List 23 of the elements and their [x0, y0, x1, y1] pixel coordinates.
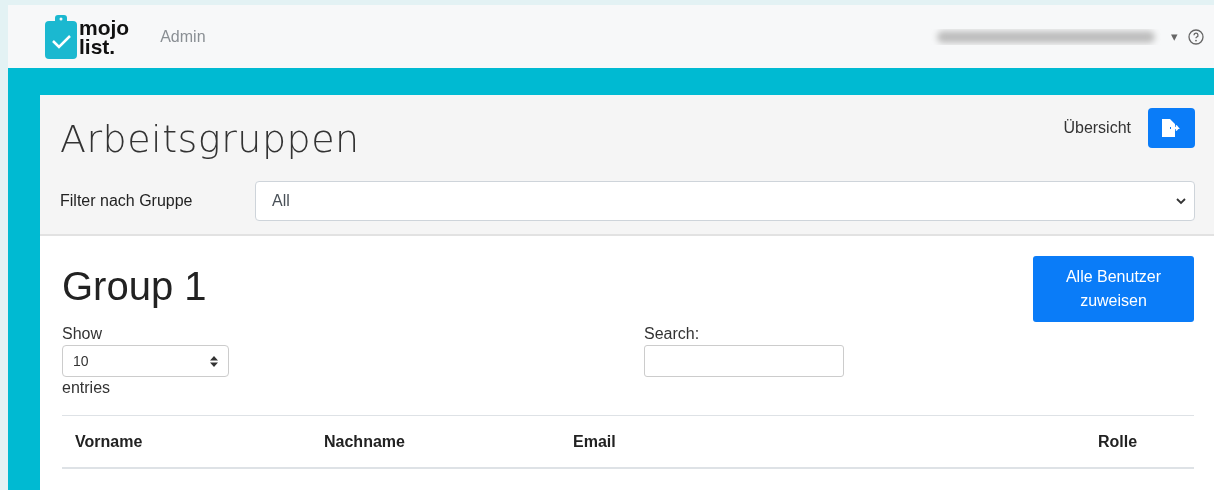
column-header[interactable]: Vorname — [75, 432, 324, 451]
dropdown-caret[interactable]: ▾ — [1171, 29, 1178, 44]
column-header[interactable]: Rolle — [1098, 432, 1194, 451]
search-label: Search: — [644, 324, 701, 344]
column-header[interactable]: Email — [573, 432, 1098, 451]
clipboard-check-icon — [45, 14, 77, 59]
file-export-icon — [1161, 119, 1182, 137]
overview-label: Übersicht — [1063, 119, 1131, 137]
chevron-down-icon — [1176, 197, 1186, 205]
sort-arrows-icon — [210, 355, 218, 367]
filter-label: Filter nach Gruppe — [60, 192, 194, 210]
group-filter-select[interactable]: All — [255, 181, 1195, 221]
entries-label: entries — [62, 378, 112, 398]
search-field[interactable] — [644, 345, 844, 377]
column-header[interactable]: Nachname — [324, 432, 573, 451]
group-title: Group 1 — [62, 264, 207, 308]
logo-text: mojo list. — [79, 17, 130, 56]
assign-all-users-button[interactable]: Alle Benutzer zuweisen — [1033, 256, 1194, 322]
show-label: Show — [62, 324, 104, 344]
help-icon[interactable] — [1188, 28, 1204, 45]
page-title: Arbeitsgruppen — [60, 117, 360, 161]
export-button[interactable] — [1148, 108, 1195, 148]
entries-select[interactable]: 10 — [62, 345, 229, 377]
